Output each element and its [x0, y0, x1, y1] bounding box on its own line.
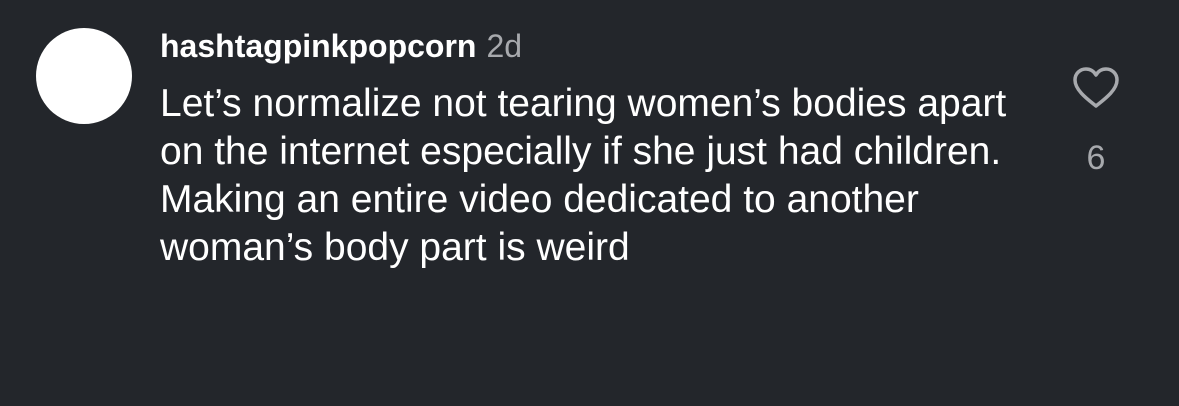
comment-header: hashtagpinkpopcorn 2d	[160, 26, 522, 73]
like-count: 6	[1086, 139, 1106, 177]
timestamp: 2d	[486, 28, 523, 64]
username[interactable]: hashtagpinkpopcorn	[160, 28, 476, 64]
avatar[interactable]	[36, 28, 132, 124]
comment-item: hashtagpinkpopcorn 2d Let’s normalize not…	[0, 0, 1179, 406]
comment-text: Let’s normalize not tearing women’s bodi…	[160, 82, 1007, 269]
heart-icon[interactable]	[1072, 66, 1120, 110]
like-container: 6	[1060, 66, 1132, 178]
